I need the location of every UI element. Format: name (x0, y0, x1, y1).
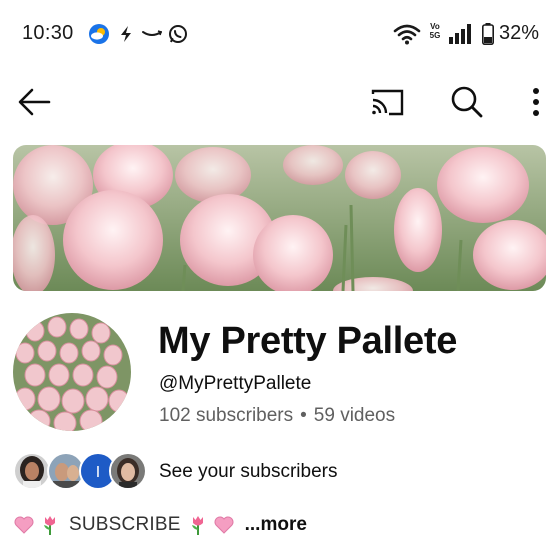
search-button[interactable] (444, 80, 490, 128)
channel-stats: 102 subscribers • 59 videos (159, 405, 395, 427)
tulip-emoji-icon (187, 514, 209, 536)
stats-separator: • (300, 405, 307, 426)
network-label: 5G (429, 31, 441, 40)
battery-percent: 32% (499, 22, 540, 44)
weather-icon (87, 22, 111, 46)
back-button[interactable] (12, 80, 56, 128)
battery-icon (481, 22, 495, 46)
channel-description[interactable]: SUBSCRIBE ...more (13, 514, 307, 536)
status-bar: 10:30 Vo 5G 32% (0, 0, 560, 70)
cast-icon (369, 87, 405, 122)
volte-indicator: Vo 5G (427, 22, 443, 40)
more-link[interactable]: ...more (245, 514, 307, 536)
status-time: 10:30 (22, 22, 74, 44)
search-icon (450, 85, 484, 124)
subscriber-avatar (13, 452, 51, 490)
app-bar (0, 80, 560, 130)
subscriber-avatars[interactable]: I (13, 452, 148, 492)
channel-avatar[interactable] (13, 313, 131, 431)
subscriber-avatar (109, 452, 147, 490)
subscriber-count: 102 subscribers (159, 405, 294, 426)
heart-emoji-icon (13, 514, 35, 536)
subscriber-avatar-initial: I (96, 464, 100, 481)
heart-emoji-icon (213, 514, 235, 536)
channel-banner (13, 145, 546, 291)
channel-handle: @MyPrettyPallete (159, 373, 312, 394)
see-subscribers-link[interactable]: See your subscribers (159, 461, 337, 483)
volte-label: Vo (430, 22, 440, 31)
wifi-icon (393, 22, 421, 46)
tulip-emoji-icon (39, 514, 61, 536)
video-count: 59 videos (313, 405, 396, 426)
back-arrow-icon (17, 87, 51, 122)
whatsapp-icon (167, 22, 189, 46)
more-options-button[interactable] (518, 80, 554, 128)
signal-icon (447, 22, 473, 46)
more-vert-icon (531, 87, 541, 122)
channel-name: My Pretty Pallete (158, 320, 458, 362)
bolt-icon (117, 22, 135, 46)
description-text: SUBSCRIBE (69, 514, 181, 535)
cast-button[interactable] (364, 80, 410, 128)
amazon-icon (140, 22, 164, 46)
